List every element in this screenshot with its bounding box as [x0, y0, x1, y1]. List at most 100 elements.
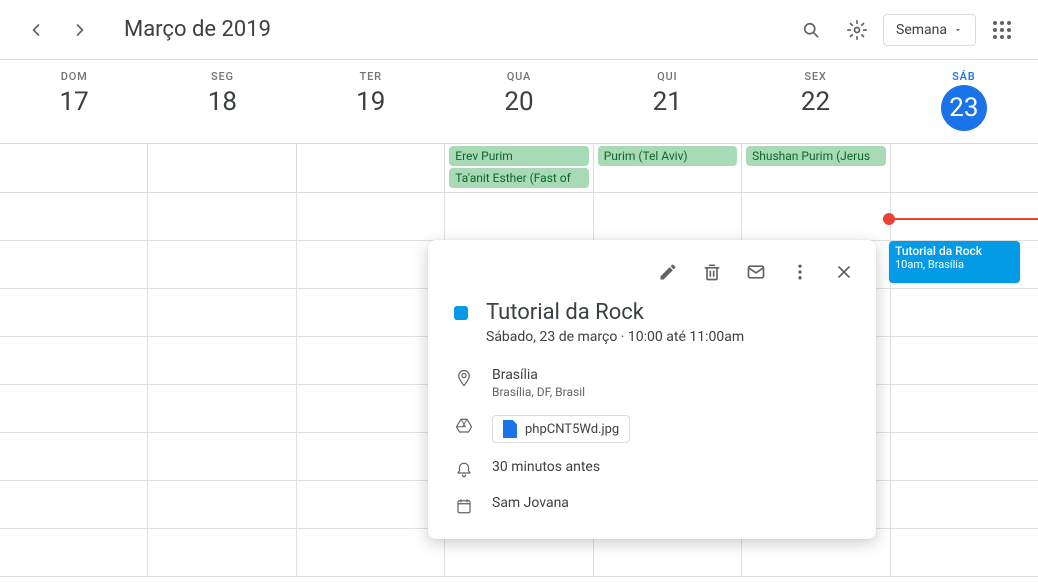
caret-down-icon [953, 25, 963, 35]
delete-button[interactable] [692, 252, 732, 292]
day-header[interactable]: SEG 18 [148, 60, 296, 143]
time-cell[interactable] [890, 289, 1038, 336]
day-number: 22 [741, 87, 889, 117]
event-title: Tutorial da Rock [895, 244, 1014, 258]
event-popover: Tutorial da Rock Sábado, 23 de março · 1… [428, 240, 876, 539]
time-cell[interactable] [0, 289, 147, 336]
allday-cell-sun[interactable] [0, 144, 147, 192]
time-cell[interactable] [890, 337, 1038, 384]
time-cell[interactable] [296, 337, 444, 384]
day-header[interactable]: QUA 20 [445, 60, 593, 143]
day-header[interactable]: SEX 22 [741, 60, 889, 143]
time-cell[interactable] [890, 385, 1038, 432]
time-cell[interactable] [890, 529, 1038, 576]
time-cell[interactable] [0, 529, 147, 576]
time-cell[interactable] [0, 481, 147, 528]
allday-cell-fri[interactable]: Shushan Purim (Jerus [741, 144, 889, 192]
more-button[interactable] [780, 252, 820, 292]
allday-event[interactable]: Shushan Purim (Jerus [746, 146, 885, 166]
day-number: 20 [445, 87, 593, 117]
allday-event[interactable]: Ta'anit Esther (Fast of [449, 168, 588, 188]
chevron-right-icon [70, 20, 90, 40]
time-cell[interactable] [296, 385, 444, 432]
time-cell[interactable] [0, 337, 147, 384]
time-cell[interactable] [147, 241, 295, 288]
day-header[interactable]: SÁB23 [890, 60, 1038, 143]
time-cell[interactable] [444, 193, 592, 240]
time-cell[interactable] [147, 289, 295, 336]
time-cell[interactable] [147, 385, 295, 432]
day-headers: DOM17SEG 18TER19QUA 20QUI21SEX 22SÁB23 [0, 60, 1038, 144]
next-button[interactable] [60, 10, 100, 50]
view-selector[interactable]: Semana [883, 14, 976, 46]
time-cell[interactable] [890, 481, 1038, 528]
day-number: 18 [148, 87, 296, 117]
time-cell[interactable] [296, 289, 444, 336]
day-header[interactable]: QUI21 [593, 60, 741, 143]
day-number: 19 [297, 87, 445, 117]
day-header[interactable]: DOM17 [0, 60, 148, 143]
time-cell[interactable] [296, 529, 444, 576]
attachment-chip[interactable]: phpCNT5Wd.jpg [492, 415, 630, 443]
time-cell[interactable] [147, 433, 295, 480]
event-subtitle: 10am, Brasília [895, 258, 1014, 271]
time-cell[interactable] [890, 193, 1038, 240]
time-cell[interactable] [593, 193, 741, 240]
apps-button[interactable] [982, 10, 1022, 50]
allday-cell-mon[interactable] [147, 144, 295, 192]
reminder-row: 30 minutos antes [428, 451, 876, 487]
time-cell[interactable] [0, 193, 147, 240]
time-cell[interactable] [0, 385, 147, 432]
time-cell[interactable] [147, 337, 295, 384]
reminder-text: 30 minutos antes [492, 459, 600, 475]
now-indicator [889, 218, 1038, 220]
time-cell[interactable] [147, 481, 295, 528]
popover-title: Tutorial da Rock [486, 300, 744, 325]
allday-cell-sat[interactable] [890, 144, 1038, 192]
allday-event[interactable]: Erev Purim [449, 146, 588, 166]
day-abbr: SEG [148, 70, 296, 83]
event-color-icon [454, 306, 468, 320]
time-cell[interactable] [0, 241, 147, 288]
search-button[interactable] [791, 10, 831, 50]
popover-subtitle: Sábado, 23 de março · 10:00 até 11:00am [486, 329, 744, 345]
time-cell[interactable] [147, 529, 295, 576]
email-button[interactable] [736, 252, 776, 292]
allday-event[interactable]: Purim (Tel Aviv) [598, 146, 737, 166]
settings-button[interactable] [837, 10, 877, 50]
time-cell[interactable] [741, 193, 889, 240]
day-number: 17 [0, 87, 148, 117]
allday-cell-tue[interactable] [296, 144, 444, 192]
popover-title-row: Tutorial da Rock Sábado, 23 de março · 1… [428, 296, 876, 345]
time-cell[interactable] [296, 241, 444, 288]
apps-icon [993, 21, 1011, 39]
nav-arrows [16, 10, 100, 50]
location-icon [454, 367, 474, 387]
allday-cell-wed[interactable]: Erev Purim Ta'anit Esther (Fast of [444, 144, 592, 192]
time-cell[interactable] [296, 481, 444, 528]
allday-row: Erev Purim Ta'anit Esther (Fast of Purim… [0, 144, 1038, 193]
more-vert-icon [790, 262, 810, 282]
time-cell[interactable] [0, 433, 147, 480]
trash-icon [702, 262, 722, 282]
chevron-left-icon [26, 20, 46, 40]
event-block[interactable]: Tutorial da Rock 10am, Brasília [889, 241, 1020, 283]
gear-icon [847, 20, 867, 40]
file-icon [503, 420, 517, 438]
close-button[interactable] [824, 252, 864, 292]
edit-button[interactable] [648, 252, 688, 292]
prev-button[interactable] [16, 10, 56, 50]
time-cell[interactable] [890, 433, 1038, 480]
attachment-row: phpCNT5Wd.jpg [428, 407, 876, 451]
time-cell[interactable] [296, 193, 444, 240]
search-icon [801, 20, 821, 40]
mail-icon [746, 262, 766, 282]
day-abbr: QUA [445, 70, 593, 83]
time-cell[interactable] [147, 193, 295, 240]
day-abbr: SEX [741, 70, 889, 83]
time-cell[interactable] [296, 433, 444, 480]
day-header[interactable]: TER19 [297, 60, 445, 143]
organizer-text: Sam Jovana [492, 495, 569, 511]
allday-cell-thu[interactable]: Purim (Tel Aviv) [593, 144, 741, 192]
page-title: Março de 2019 [124, 17, 271, 42]
